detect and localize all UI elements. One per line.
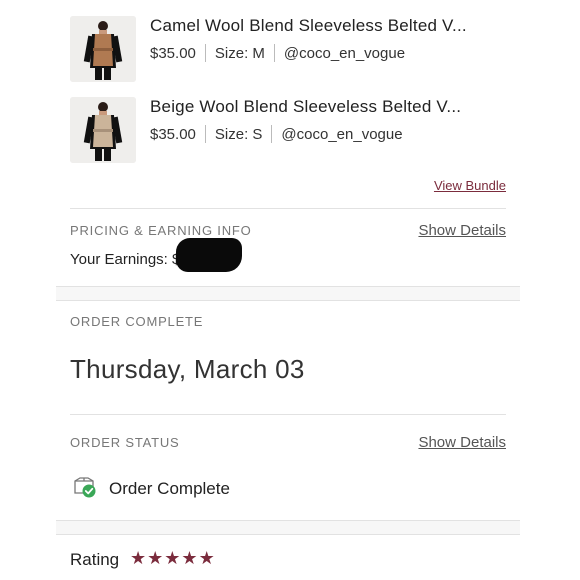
order-status-text: Order Complete [109, 479, 230, 498]
star-icon: ★ [147, 548, 165, 568]
package-check-icon [72, 477, 98, 504]
item-size: Size: M [214, 44, 265, 62]
redaction-mark [176, 238, 242, 272]
rating-stars: ★★★★★ [130, 548, 216, 569]
status-show-details-link[interactable]: Show Details [418, 434, 506, 451]
divider [273, 44, 275, 62]
section-spacer [56, 287, 520, 300]
divider [70, 208, 506, 209]
seller-username[interactable]: @coco_en_vogue [284, 45, 405, 62]
completion-date: Thursday, March 03 [70, 354, 305, 384]
star-icon: ★ [181, 548, 199, 568]
seller-username[interactable]: @coco_en_vogue [281, 126, 402, 143]
divider [70, 414, 506, 415]
star-icon: ★ [198, 548, 216, 568]
divider [204, 125, 206, 143]
item-price: $35.00 [150, 125, 196, 143]
view-bundle-link[interactable]: View Bundle [434, 178, 506, 193]
star-icon: ★ [164, 548, 182, 568]
order-complete-label: ORDER COMPLETE [70, 314, 204, 329]
item-price: $35.00 [150, 44, 196, 62]
item-meta: $35.00 Size: M @coco_en_vogue [150, 44, 405, 62]
pricing-section-label: PRICING & EARNING INFO [70, 223, 252, 238]
divider [56, 300, 520, 301]
item-meta: $35.00 Size: S @coco_en_vogue [150, 125, 403, 143]
star-icon: ★ [130, 548, 148, 568]
item-title[interactable]: Beige Wool Blend Sleeveless Belted V... [150, 97, 461, 117]
order-status-label: ORDER STATUS [70, 435, 180, 450]
item-size: Size: S [214, 125, 263, 143]
divider [204, 44, 206, 62]
divider [271, 125, 273, 143]
pricing-show-details-link[interactable]: Show Details [418, 222, 506, 239]
rating-label: Rating [70, 550, 120, 569]
item-title[interactable]: Camel Wool Blend Sleeveless Belted V... [150, 16, 467, 36]
section-spacer [56, 521, 520, 534]
product-thumbnail[interactable] [70, 16, 136, 82]
product-thumbnail[interactable] [70, 97, 136, 163]
divider [56, 534, 520, 535]
earnings-label: Your Earnings: $ [70, 251, 181, 268]
